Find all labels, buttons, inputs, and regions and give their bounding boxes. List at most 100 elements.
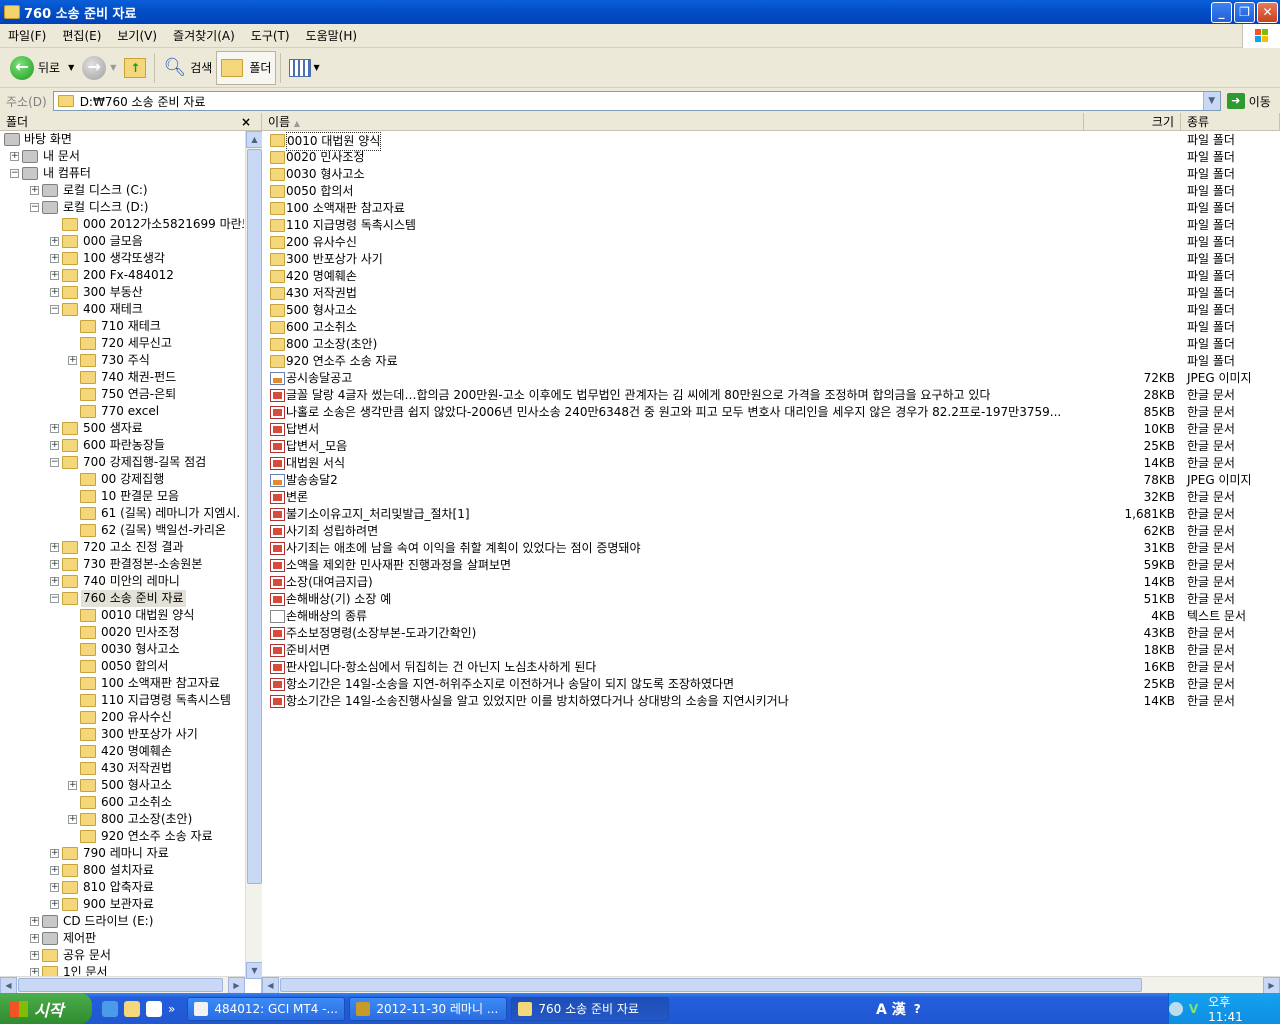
tree-vertical-scrollbar[interactable]: ▲ ▼ (245, 131, 263, 979)
expand-icon[interactable]: + (50, 543, 59, 552)
tree-item[interactable]: 770 excel (0, 403, 244, 420)
file-row[interactable]: 판사입니다-항소심에서 뒤집히는 건 아닌지 노심초사하게 된다 16KB 한글 문… (262, 659, 1280, 676)
expand-icon[interactable]: + (50, 883, 59, 892)
folder-row[interactable]: 0020 민사조정 파일 폴더 (262, 149, 1280, 166)
tree-item[interactable]: +500 형사고소 (0, 777, 244, 794)
file-row[interactable]: 준비서면 18KB 한글 문서 (262, 642, 1280, 659)
expand-icon[interactable]: + (30, 186, 39, 195)
file-row[interactable]: 주소보정명령(소장부본-도과기간확인) 43KB 한글 문서 (262, 625, 1280, 642)
minimize-button[interactable]: _ (1211, 2, 1232, 23)
expand-icon[interactable]: + (30, 917, 39, 926)
folder-row[interactable]: 420 명예훼손 파일 폴더 (262, 268, 1280, 285)
file-row[interactable]: 답변서_모음 25KB 한글 문서 (262, 438, 1280, 455)
expand-icon[interactable]: + (68, 781, 77, 790)
tray-expand-icon[interactable] (1169, 1001, 1183, 1016)
tree-item[interactable]: +730 판결정본-소송원본 (0, 556, 244, 573)
tree-item[interactable]: 420 명예훼손 (0, 743, 244, 760)
expand-icon[interactable]: + (50, 577, 59, 586)
column-header-type[interactable]: 종류 (1181, 113, 1280, 130)
expand-icon[interactable]: + (50, 254, 59, 263)
expand-icon[interactable]: + (50, 849, 59, 858)
search-button[interactable]: 🔍︎ 검색 (159, 51, 216, 85)
file-row[interactable]: 대법원 서식 14KB 한글 문서 (262, 455, 1280, 472)
tree-item[interactable]: +100 생각또생각 (0, 250, 244, 267)
chevron-down-icon[interactable]: ▼ (110, 63, 116, 72)
tree-item[interactable]: +740 미안의 레마니 (0, 573, 244, 590)
tree-item[interactable]: 710 재테크 (0, 318, 244, 335)
tree-item[interactable]: 300 반포상가 사기 (0, 726, 244, 743)
tree-item[interactable]: +720 고소 진정 결과 (0, 539, 244, 556)
file-row[interactable]: 소장(대여금지급) 14KB 한글 문서 (262, 574, 1280, 591)
tree-item[interactable]: 750 연금-은퇴 (0, 386, 244, 403)
menu-view[interactable]: 보기(V) (109, 27, 165, 44)
tree-item[interactable]: − 760 소송 준비 자료 (0, 590, 244, 607)
tree-item[interactable]: 600 고소취소 (0, 794, 244, 811)
tree-item[interactable]: +900 보관자료 (0, 896, 244, 913)
folder-row[interactable]: 300 반포상가 사기 파일 폴더 (262, 251, 1280, 268)
collapse-icon[interactable]: − (50, 594, 59, 603)
forward-button[interactable]: → ▼ (78, 51, 120, 85)
file-row[interactable]: 발송송달2 78KB JPEG 이미지 (262, 472, 1280, 489)
scroll-down-button[interactable]: ▼ (246, 962, 263, 979)
column-header-size[interactable]: 크기 (1084, 113, 1181, 130)
expand-icon[interactable]: + (50, 441, 59, 450)
scroll-right-button[interactable]: ▶ (228, 977, 245, 994)
collapse-icon[interactable]: − (10, 169, 19, 178)
tree-item[interactable]: 200 유사수신 (0, 709, 244, 726)
views-button[interactable]: ▼ (285, 51, 323, 85)
scroll-left-button[interactable]: ◀ (262, 977, 279, 994)
tree-item[interactable]: 바탕 화면 (0, 131, 244, 148)
tree-item[interactable]: 61 (길목) 레마니가 지엠시. (0, 505, 244, 522)
tree-item[interactable]: − 로컬 디스크 (D:) (0, 199, 244, 216)
tree-item[interactable]: + 내 문서 (0, 148, 244, 165)
file-row[interactable]: 변론 32KB 한글 문서 (262, 489, 1280, 506)
expand-icon[interactable]: + (68, 815, 77, 824)
tree-item[interactable]: 10 판결문 모음 (0, 488, 244, 505)
tree-item[interactable]: 100 소액재판 참고자료 (0, 675, 244, 692)
help-icon[interactable]: ? (914, 1002, 921, 1016)
tree-item[interactable]: + 공유 문서 (0, 947, 244, 964)
scroll-thumb[interactable] (18, 978, 223, 992)
scroll-thumb[interactable] (247, 149, 262, 884)
expand-icon[interactable]: + (50, 424, 59, 433)
expand-icon[interactable]: + (50, 271, 59, 280)
back-button[interactable]: ← 뒤로 ▼ (6, 51, 78, 85)
tree-item[interactable]: 110 지급명령 독촉시스템 (0, 692, 244, 709)
tree-item[interactable]: 740 채권-펀드 (0, 369, 244, 386)
tree-item[interactable]: 0020 민사조정 (0, 624, 244, 641)
file-row[interactable]: 손해배상의 종류 4KB 텍스트 문서 (262, 608, 1280, 625)
expand-icon[interactable]: + (30, 951, 39, 960)
chevron-down-icon[interactable]: ▼ (313, 63, 319, 72)
internet-explorer-icon[interactable] (102, 1000, 118, 1017)
taskbar-button[interactable]: 760 소송 준비 자료 (511, 996, 670, 1021)
tree-item[interactable]: +800 고소장(초안) (0, 811, 244, 828)
tree-item[interactable]: − 700 강제집행-길목 점검 (0, 454, 244, 471)
file-row[interactable]: 손해배상(기) 소장 예 51KB 한글 문서 (262, 591, 1280, 608)
folders-button[interactable]: 폴더 (216, 50, 277, 85)
tree-horizontal-scrollbar[interactable]: ◀ ▶ (0, 976, 245, 994)
folder-row[interactable]: 600 고소취소 파일 폴더 (262, 319, 1280, 336)
file-row[interactable]: 항소기간은 14일-소송을 지연-허위주소지로 이전하거나 송달이 되지 않도록… (262, 676, 1280, 693)
file-row[interactable]: 항소기간은 14일-소송진행사실을 알고 있었지만 이를 방치하였다거나 상대방… (262, 693, 1280, 710)
maximize-button[interactable]: ❐ (1234, 2, 1255, 23)
tree-item[interactable]: 720 세무신고 (0, 335, 244, 352)
explorer-icon[interactable] (124, 1000, 140, 1017)
tree-item[interactable]: +730 주식 (0, 352, 244, 369)
tree-item[interactable]: + 로컬 디스크 (C:) (0, 182, 244, 199)
folder-row[interactable]: 500 형사고소 파일 폴더 (262, 302, 1280, 319)
file-row[interactable]: 소액을 제외한 민사재판 진행과정을 살펴보면 59KB 한글 문서 (262, 557, 1280, 574)
expand-icon[interactable]: + (50, 866, 59, 875)
file-row[interactable]: 답변서 10KB 한글 문서 (262, 421, 1280, 438)
folder-row[interactable]: 0010 대법원 양식 파일 폴더 (262, 132, 1280, 151)
file-row[interactable]: 나홀로 소송은 생각만큼 쉽지 않았다-2006년 민사소송 240만6348건… (262, 404, 1280, 421)
folders-pane-close-button[interactable]: × (241, 113, 251, 131)
menu-help[interactable]: 도움말(H) (298, 27, 366, 44)
folder-row[interactable]: 100 소액재판 참고자료 파일 폴더 (262, 200, 1280, 217)
ime-indicator[interactable]: A 漢 (876, 999, 906, 1019)
chevron-down-icon[interactable]: ▼ (68, 63, 74, 72)
language-bar[interactable]: A 漢 ? (876, 993, 921, 1024)
tree-item[interactable]: +000 글모음 (0, 233, 244, 250)
tree-item[interactable]: +200 Fx-484012 (0, 267, 244, 284)
expand-icon[interactable]: + (30, 934, 39, 943)
chevron-right-icon[interactable]: » (168, 1002, 175, 1016)
